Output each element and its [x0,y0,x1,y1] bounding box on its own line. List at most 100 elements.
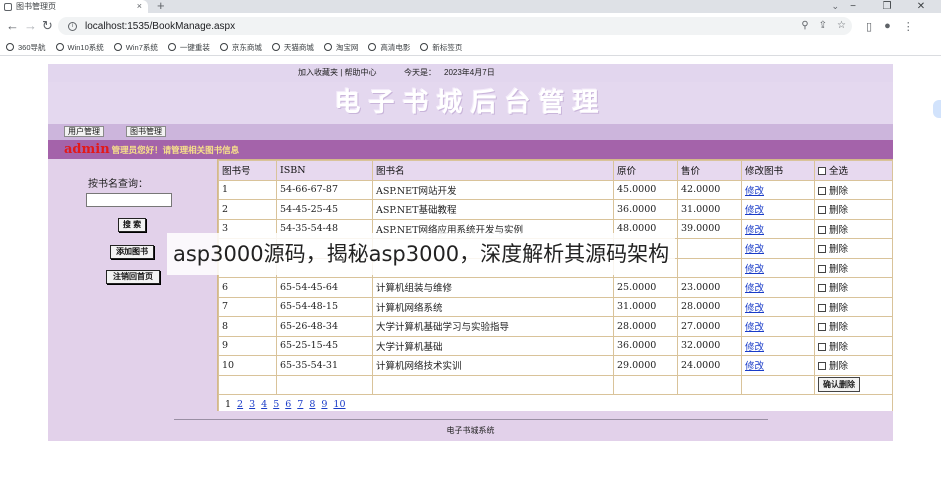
edit-book-link[interactable]: 修改 [745,283,764,294]
edit-book-link[interactable]: 修改 [745,361,764,372]
delete-checkbox[interactable] [818,362,826,371]
bookmark-item[interactable]: Win7系统 [113,42,158,53]
globe-icon [271,43,280,51]
delete-checkbox[interactable] [818,284,826,293]
cell-book-id: 2 [218,199,277,220]
page-link[interactable]: 8 [309,399,315,410]
page-link[interactable]: 9 [321,399,327,410]
cell-price: 36.0000 [613,335,678,356]
cell-sale-price: 31.0000 [677,199,742,220]
address-bar[interactable]: i localhost:1535/BookManage.aspx ⚲ ⇪ ☆ [58,17,852,35]
page-link[interactable]: 3 [249,399,255,410]
action-row: 确认删除 [218,374,893,395]
delete-checkbox[interactable] [818,264,826,273]
forward-icon[interactable]: → [24,18,37,34]
delete-label: 删除 [829,341,849,353]
header-sale-price: 售价 [677,160,742,181]
cell-edit: 修改 [741,199,815,220]
bookmark-item[interactable]: 淘宝网 [323,42,358,53]
edit-book-link[interactable]: 修改 [745,205,764,216]
delete-checkbox[interactable] [818,303,826,312]
bookmark-star-icon[interactable]: ☆ [837,20,846,31]
cell-book-name: ASP.NET基础教程 [372,199,614,220]
search-input[interactable] [86,193,172,207]
cell-sale-price: 42.0000 [677,179,742,200]
bookmark-item[interactable]: 高清电影 [368,42,410,53]
zoom-icon[interactable]: ⚲ [801,20,808,31]
cell-isbn: 54-45-25-45 [276,199,373,220]
menu-icon[interactable]: ⋮ [903,20,914,33]
bookmark-item[interactable]: 一键重装 [167,42,210,53]
minimize-button[interactable]: − [836,0,870,13]
confirm-delete-button[interactable]: 确认删除 [818,377,860,393]
page-link[interactable]: 2 [237,399,243,410]
delete-checkbox[interactable] [818,342,826,351]
edit-book-link[interactable]: 修改 [745,225,764,236]
edit-book-link[interactable]: 修改 [745,264,764,275]
cell-price: 45.0000 [613,179,678,200]
cell-delete: 删除 [814,277,893,298]
page-link[interactable]: 4 [261,399,267,410]
delete-checkbox[interactable] [818,323,826,332]
delete-checkbox[interactable] [818,225,826,234]
browser-tab[interactable]: 图书管理页 × [0,0,148,13]
table-row: 9 65-25-15-45 大学计算机基础 36.0000 32.0000 修改 删除 [218,335,893,356]
side-drawer-icon[interactable] [933,100,941,118]
banner-title: 电子书城后台管理 [334,88,607,118]
bookmark-item[interactable]: 天猫商城 [271,42,314,53]
edit-book-link[interactable]: 修改 [745,244,764,255]
logout-button[interactable]: 注销回首页 [106,270,160,284]
menu-book-management[interactable]: 图书管理 [126,126,166,137]
edit-book-link[interactable]: 修改 [745,322,764,333]
bookmark-item[interactable]: 360导航 [6,42,46,53]
delete-checkbox[interactable] [818,245,826,254]
delete-checkbox[interactable] [818,186,826,195]
new-tab-button[interactable]: + [157,0,165,13]
cell-delete: 删除 [814,257,893,278]
page-link[interactable]: 5 [273,399,279,410]
cell-edit: 修改 [741,179,815,200]
cell-book-id: 6 [218,277,277,298]
site-info-icon[interactable]: i [68,21,77,31]
menu-user-management[interactable]: 用户管理 [64,126,104,137]
profile-icon[interactable]: ● [884,20,891,33]
cell-price: 25.0000 [613,277,678,298]
cell-edit: 修改 [741,277,815,298]
header-edit: 修改图书 [741,160,815,181]
edit-book-link[interactable]: 修改 [745,342,764,353]
page-link[interactable]: 10 [333,399,345,410]
url-text[interactable]: localhost:1535/BookManage.aspx [85,21,235,32]
bookmark-item[interactable]: Win10系统 [55,42,104,53]
table-row: 8 65-26-48-34 大学计算机基础学习与实验指导 28.0000 27.0000… [218,316,893,337]
side-panel-icon[interactable]: ▯ [866,20,872,33]
cell-sale-price: 23.0000 [677,277,742,298]
menu-strip: 用户管理 图书管理 [48,124,893,140]
select-all-checkbox[interactable] [818,167,826,176]
maximize-button[interactable]: ❐ [870,0,904,13]
close-tab-icon[interactable]: × [137,2,142,11]
page-link[interactable]: 6 [285,399,291,410]
edit-book-link[interactable]: 修改 [745,303,764,314]
delete-label: 删除 [829,263,849,275]
bookmark-item[interactable]: 新标签页 [420,42,462,53]
add-book-button[interactable]: 添加图书 [110,245,154,259]
cell-edit: 修改 [741,316,815,337]
favorites-help-links[interactable]: 加入收藏夹 | 帮助中心 [298,64,377,82]
cell-book-id: 10 [218,355,277,376]
delete-label: 删除 [829,185,849,197]
delete-checkbox[interactable] [818,206,826,215]
cell-price: 28.0000 [613,316,678,337]
cell-edit: 修改 [741,218,815,239]
header-select-all[interactable]: 全选 [814,160,893,181]
share-icon[interactable]: ⇪ [819,20,827,31]
tab-title: 图书管理页 [16,2,56,11]
page-link[interactable]: 7 [297,399,303,410]
reload-icon[interactable]: ↻ [42,18,53,34]
back-icon[interactable]: ← [6,18,19,34]
close-window-button[interactable]: ✕ [904,0,938,13]
delete-label: 删除 [829,361,849,373]
edit-book-link[interactable]: 修改 [745,186,764,197]
search-button[interactable]: 搜 索 [118,218,146,232]
page-link[interactable]: 1 [225,399,231,410]
bookmark-item[interactable]: 京东商城 [219,42,262,53]
